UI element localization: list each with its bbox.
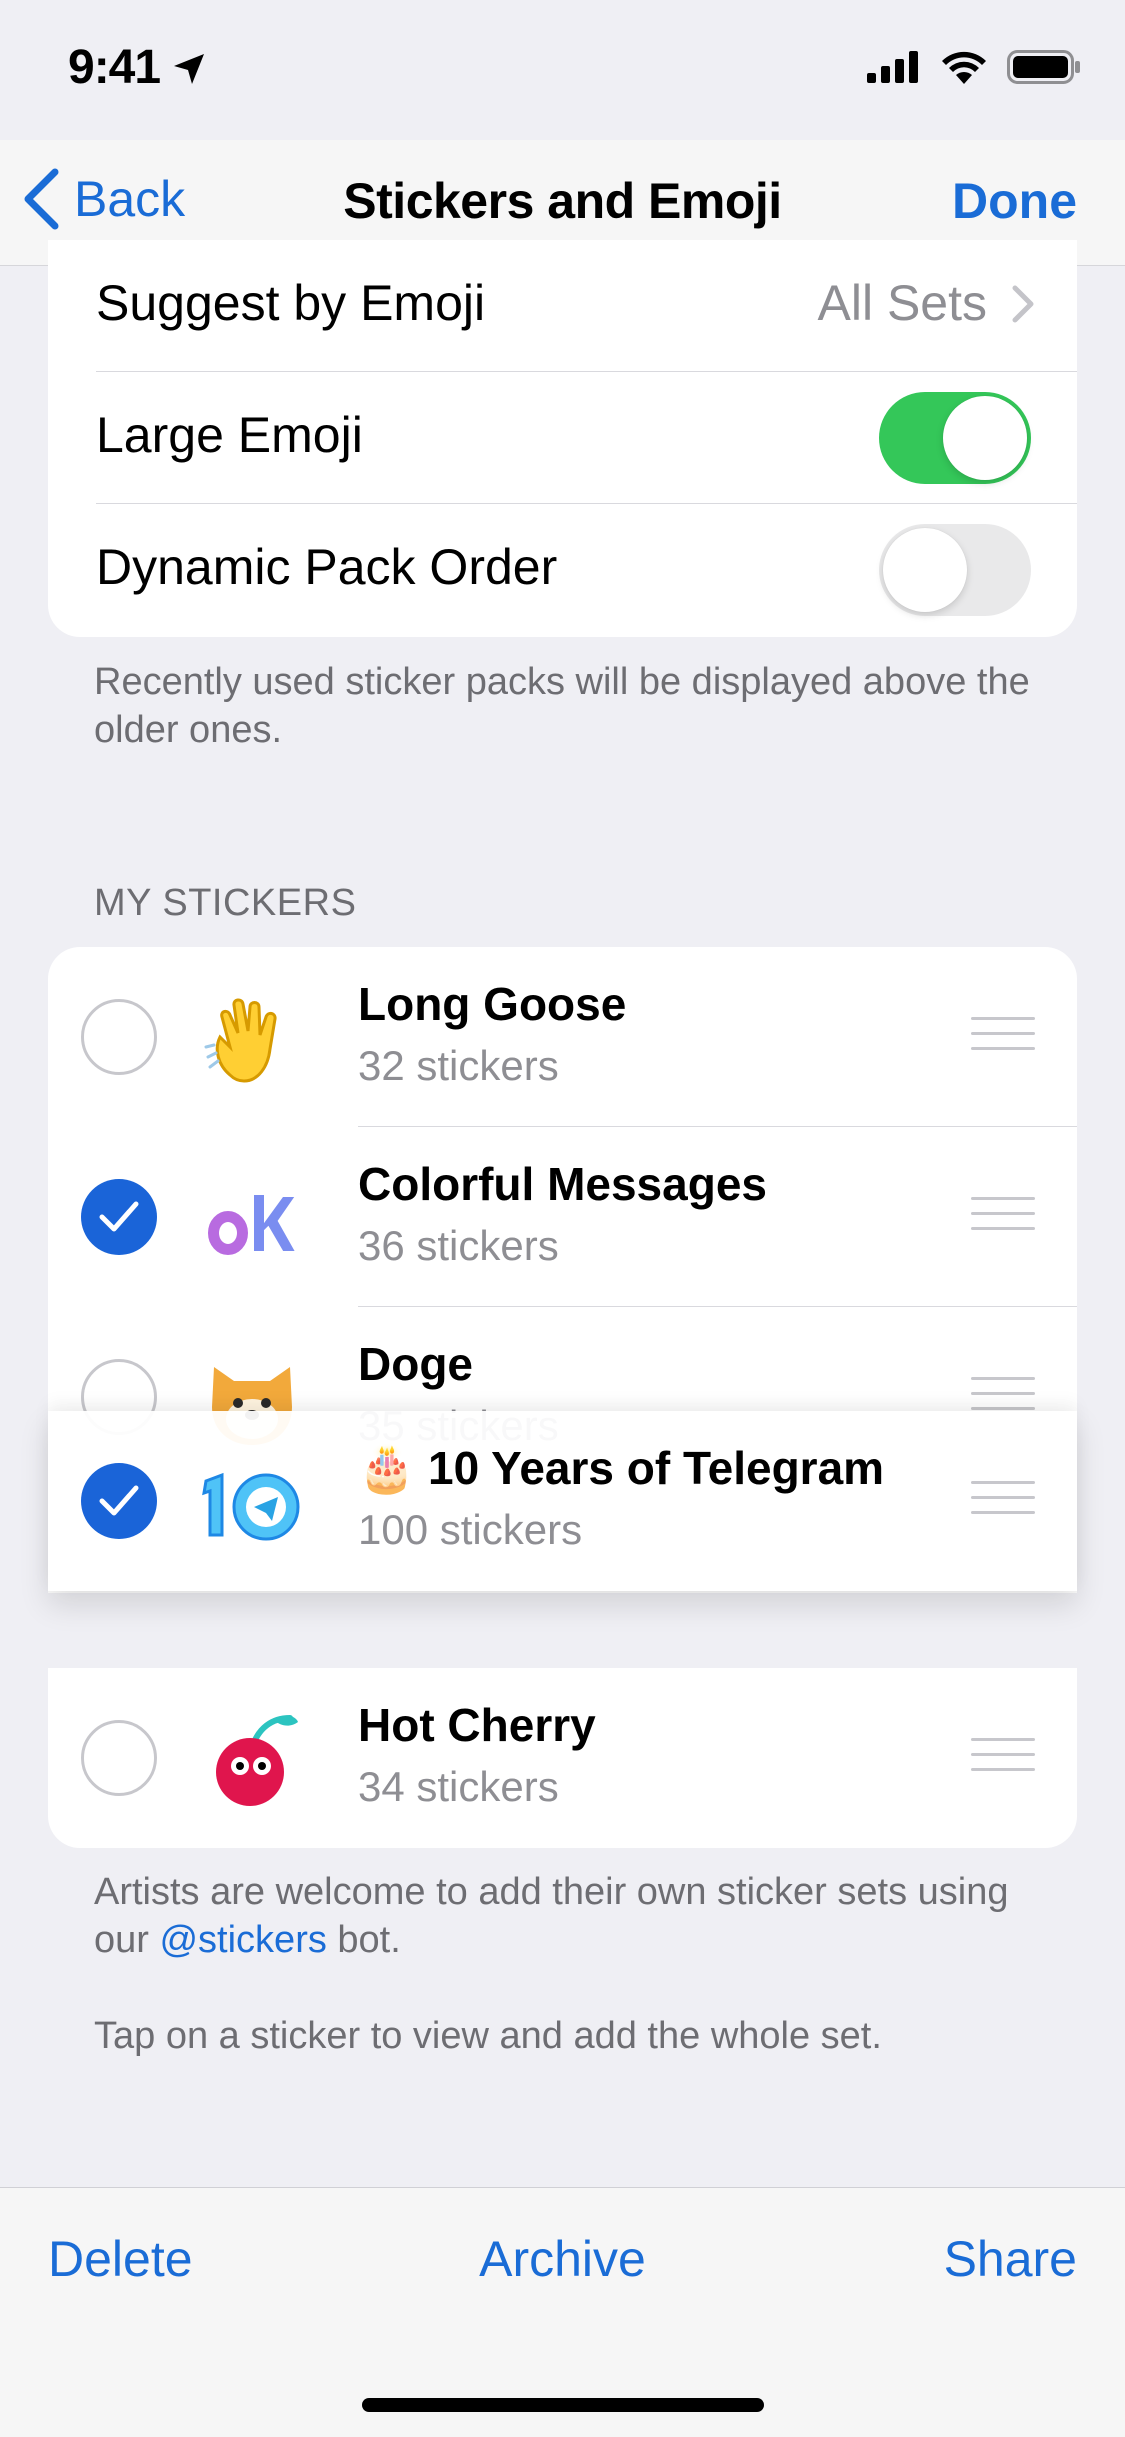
done-button[interactable]: Done: [952, 172, 1077, 230]
my-stickers-header: MY STICKERS: [94, 882, 357, 924]
status-time: 9:41: [68, 41, 161, 94]
dynamic-pack-order-label: Dynamic Pack Order: [96, 539, 558, 595]
cellular-signal-icon: [867, 51, 918, 83]
suggest-by-emoji-row[interactable]: Suggest by Emoji All Sets: [48, 240, 1077, 372]
sticker-set-name: 🎂 10 Years of Telegram: [358, 1442, 885, 1494]
emoji-settings-group: Suggest by Emoji All Sets Large Emoji Dy…: [48, 240, 1077, 637]
sticker-set-name: Long Goose: [358, 978, 627, 1030]
cherry-icon: [216, 1715, 298, 1806]
sticker-set-name: Colorful Messages: [358, 1158, 767, 1210]
sticker-set-row-dragging[interactable]: 🎂 10 Years of Telegram 100 stickers: [48, 1411, 1077, 1591]
status-bar: 9:41: [0, 0, 1125, 140]
toggle-knob: [883, 528, 967, 612]
dynamic-pack-order-toggle[interactable]: [879, 524, 1031, 616]
ok-text-icon: [204, 1191, 302, 1259]
dynamic-pack-order-row: Dynamic Pack Order: [48, 504, 1077, 636]
checkmark-icon: [99, 1485, 139, 1516]
ten-telegram-icon: [202, 1472, 300, 1541]
reorder-grip-icon[interactable]: [971, 1738, 1035, 1783]
large-emoji-toggle[interactable]: [879, 392, 1031, 484]
sticker-set-count: 36 stickers: [358, 1222, 559, 1269]
selection-circle[interactable]: [81, 1720, 157, 1796]
sticker-set-row[interactable]: Long Goose 32 stickers: [48, 947, 1077, 1127]
artists-text-end: bot.: [326, 1919, 401, 1961]
status-indicators: [867, 50, 1081, 84]
artists-footnote: Artists are welcome to add their own sti…: [94, 1868, 1054, 1964]
large-emoji-row: Large Emoji: [48, 372, 1077, 504]
selection-circle[interactable]: [81, 999, 157, 1075]
home-indicator: [362, 2398, 764, 2412]
sticker-list-continued: Hot Cherry 34 stickers: [48, 1668, 1077, 1848]
reorder-grip-icon[interactable]: [971, 1481, 1035, 1526]
reorder-grip-icon[interactable]: [971, 1197, 1035, 1242]
battery-icon: [1007, 50, 1080, 84]
sticker-set-name: Doge: [358, 1338, 473, 1390]
chevron-right-icon: [1012, 285, 1034, 323]
suggest-by-emoji-value: All Sets: [817, 275, 987, 331]
location-arrow-icon: [174, 54, 204, 84]
share-button[interactable]: Share: [944, 2230, 1077, 2288]
suggest-by-emoji-label: Suggest by Emoji: [96, 275, 486, 331]
large-emoji-label: Large Emoji: [96, 407, 363, 463]
waving-hand-icon: [204, 998, 277, 1083]
sticker-set-row[interactable]: Hot Cherry 34 stickers: [48, 1668, 1077, 1848]
dynamic-order-footnote: Recently used sticker packs will be disp…: [94, 661, 1030, 751]
checkmark-icon: [99, 1201, 139, 1232]
toggle-knob: [943, 396, 1027, 480]
sticker-set-count: 32 stickers: [358, 1042, 559, 1089]
stickers-bot-link[interactable]: @stickers: [159, 1919, 326, 1961]
selection-circle-checked[interactable]: [81, 1463, 157, 1539]
sticker-set-count: 34 stickers: [358, 1763, 559, 1810]
sticker-set-name: Hot Cherry: [358, 1699, 596, 1751]
sticker-set-row[interactable]: Colorful Messages 36 stickers: [48, 1127, 1077, 1307]
wifi-icon: [942, 51, 986, 84]
selection-circle-checked[interactable]: [81, 1179, 157, 1255]
tap-hint: Tap on a sticker to view and add the who…: [94, 2015, 882, 2057]
sticker-set-count: 100 stickers: [358, 1506, 583, 1553]
reorder-grip-icon[interactable]: [971, 1017, 1035, 1062]
